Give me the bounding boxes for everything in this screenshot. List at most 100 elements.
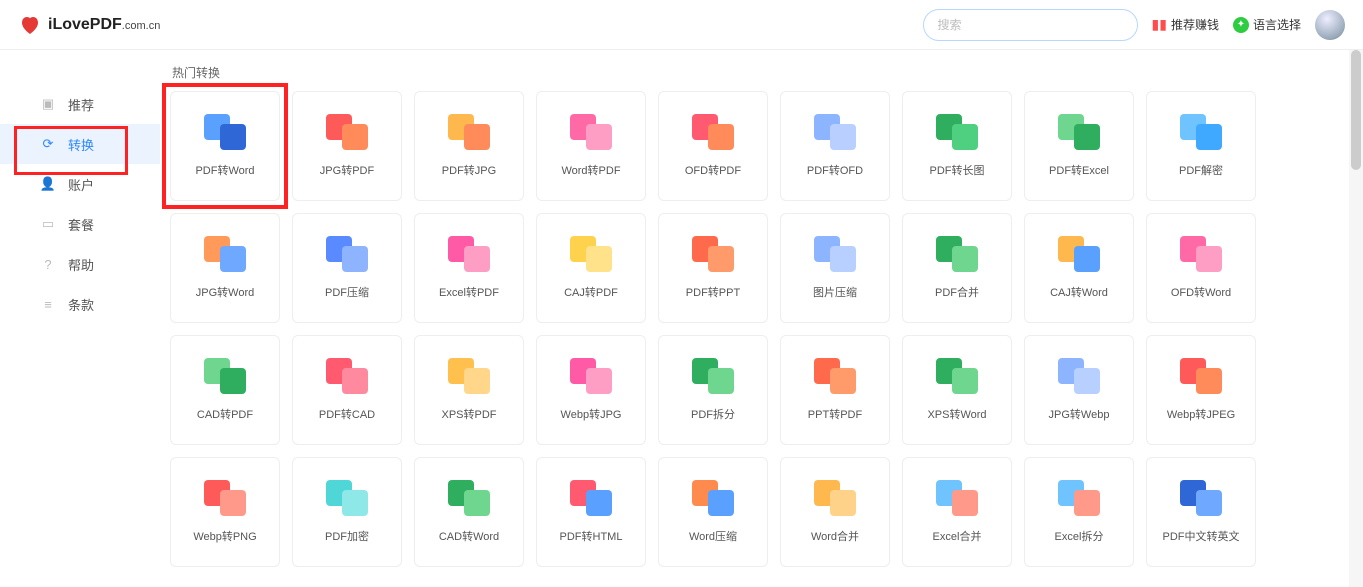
sidebar-item-label: 推荐 bbox=[68, 95, 94, 114]
tool-label: JPG转Webp bbox=[1049, 406, 1110, 422]
tool-label: Word转PDF bbox=[561, 162, 620, 178]
logo[interactable]: iLovePDF.com.cn bbox=[18, 13, 160, 37]
sidebar-item-label: 帮助 bbox=[68, 255, 94, 274]
tool-card-1[interactable]: JPG转PDF bbox=[292, 91, 402, 201]
globe-icon: ✦ bbox=[1233, 17, 1249, 33]
tool-icon bbox=[204, 480, 246, 516]
tool-card-7[interactable]: PDF转Excel bbox=[1024, 91, 1134, 201]
tool-card-13[interactable]: PDF转PPT bbox=[658, 213, 768, 323]
tool-label: PDF拆分 bbox=[691, 406, 735, 422]
tool-card-11[interactable]: Excel转PDF bbox=[414, 213, 524, 323]
tool-icon bbox=[814, 480, 856, 516]
tool-label: PDF转OFD bbox=[807, 162, 863, 178]
tool-label: Webp转PNG bbox=[193, 528, 256, 544]
tool-card-3[interactable]: Word转PDF bbox=[536, 91, 646, 201]
tool-icon bbox=[448, 358, 490, 394]
sidebar-item-0[interactable]: ▣推荐 bbox=[0, 84, 160, 124]
tool-label: PDF转PPT bbox=[686, 284, 740, 300]
tool-card-8[interactable]: PDF解密 bbox=[1146, 91, 1256, 201]
user-icon: 👤 bbox=[40, 176, 56, 192]
tool-label: XPS转Word bbox=[927, 406, 986, 422]
tool-label: PDF转Word bbox=[195, 162, 254, 178]
tool-icon bbox=[692, 114, 734, 150]
search-input[interactable]: 搜索 bbox=[923, 9, 1138, 41]
tool-card-0[interactable]: PDF转Word bbox=[170, 91, 280, 201]
tool-icon bbox=[204, 358, 246, 394]
tool-label: PDF解密 bbox=[1179, 162, 1223, 178]
tool-icon bbox=[204, 236, 246, 272]
tool-card-10[interactable]: PDF压缩 bbox=[292, 213, 402, 323]
tool-icon bbox=[570, 480, 612, 516]
tool-card-9[interactable]: JPG转Word bbox=[170, 213, 280, 323]
tool-icon bbox=[936, 358, 978, 394]
tool-card-20[interactable]: XPS转PDF bbox=[414, 335, 524, 445]
tool-label: OFD转Word bbox=[1171, 284, 1231, 300]
tool-label: Excel合并 bbox=[933, 528, 982, 544]
tool-label: PDF转HTML bbox=[560, 528, 623, 544]
tool-card-21[interactable]: Webp转JPG bbox=[536, 335, 646, 445]
tool-card-29[interactable]: CAD转Word bbox=[414, 457, 524, 567]
sidebar-item-3[interactable]: ▭ 套餐 bbox=[0, 204, 160, 244]
tool-icon bbox=[1180, 236, 1222, 272]
tool-label: OFD转PDF bbox=[685, 162, 741, 178]
tool-card-15[interactable]: PDF合并 bbox=[902, 213, 1012, 323]
tool-label: 图片压缩 bbox=[813, 284, 857, 300]
heart-icon bbox=[18, 13, 42, 37]
sidebar-item-label: 套餐 bbox=[68, 215, 94, 234]
help-icon: ? bbox=[40, 256, 56, 272]
tool-icon bbox=[570, 358, 612, 394]
tool-card-19[interactable]: PDF转CAD bbox=[292, 335, 402, 445]
terms-icon: ≡ bbox=[40, 296, 56, 312]
tool-label: PDF转长图 bbox=[930, 162, 985, 178]
tool-grid: PDF转Word JPG转PDF PDF转JPG Word转PDF OFD转PDF PDF… bbox=[170, 91, 1339, 567]
main: 热门转换 PDF转WordJPG转PDFPDF转JPGWord转PDFOFD转P… bbox=[160, 50, 1349, 587]
language-select[interactable]: ✦ 语言选择 bbox=[1233, 16, 1301, 33]
sidebar-item-1[interactable]: ⟳转换 bbox=[0, 124, 160, 164]
tool-card-23[interactable]: PPT转PDF bbox=[780, 335, 890, 445]
tool-card-24[interactable]: XPS转Word bbox=[902, 335, 1012, 445]
tool-card-26[interactable]: Webp转JPEG bbox=[1146, 335, 1256, 445]
tool-card-2[interactable]: PDF转JPG bbox=[414, 91, 524, 201]
tool-icon bbox=[1058, 358, 1100, 394]
tool-card-32[interactable]: Word合并 bbox=[780, 457, 890, 567]
tool-card-16[interactable]: CAJ转Word bbox=[1024, 213, 1134, 323]
tool-card-28[interactable]: PDF加密 bbox=[292, 457, 402, 567]
scrollbar-thumb[interactable] bbox=[1351, 50, 1361, 170]
tool-card-27[interactable]: Webp转PNG bbox=[170, 457, 280, 567]
tool-label: JPG转PDF bbox=[320, 162, 374, 178]
tool-card-33[interactable]: Excel合并 bbox=[902, 457, 1012, 567]
card-icon: ▭ bbox=[40, 216, 56, 232]
sidebar-item-5[interactable]: ≡条款 bbox=[0, 284, 160, 324]
tool-card-17[interactable]: OFD转Word bbox=[1146, 213, 1256, 323]
tool-label: Webp转JPEG bbox=[1167, 406, 1235, 422]
tool-card-22[interactable]: PDF拆分 bbox=[658, 335, 768, 445]
tool-card-5[interactable]: PDF转OFD bbox=[780, 91, 890, 201]
tool-icon bbox=[326, 114, 368, 150]
tool-icon bbox=[448, 236, 490, 272]
avatar[interactable] bbox=[1315, 10, 1345, 40]
tool-label: PDF加密 bbox=[325, 528, 369, 544]
tool-card-31[interactable]: Word压缩 bbox=[658, 457, 768, 567]
refer-link[interactable]: ▮▮ 推荐赚钱 bbox=[1152, 16, 1219, 33]
tool-label: CAJ转Word bbox=[1050, 284, 1108, 300]
tool-card-14[interactable]: 图片压缩 bbox=[780, 213, 890, 323]
tool-card-30[interactable]: PDF转HTML bbox=[536, 457, 646, 567]
scrollbar[interactable] bbox=[1349, 50, 1363, 587]
tool-card-25[interactable]: JPG转Webp bbox=[1024, 335, 1134, 445]
tool-label: CAJ转PDF bbox=[564, 284, 618, 300]
tool-card-18[interactable]: CAD转PDF bbox=[170, 335, 280, 445]
tool-label: PDF转CAD bbox=[319, 406, 375, 422]
tool-card-4[interactable]: OFD转PDF bbox=[658, 91, 768, 201]
tool-label: PDF中文转英文 bbox=[1163, 528, 1240, 544]
tool-card-12[interactable]: CAJ转PDF bbox=[536, 213, 646, 323]
tool-label: PDF转Excel bbox=[1049, 162, 1109, 178]
tool-icon bbox=[1180, 480, 1222, 516]
tool-card-35[interactable]: PDF中文转英文 bbox=[1146, 457, 1256, 567]
sidebar-item-4[interactable]: ? 帮助 bbox=[0, 244, 160, 284]
tool-label: CAD转Word bbox=[439, 528, 499, 544]
tool-card-6[interactable]: PDF转长图 bbox=[902, 91, 1012, 201]
tool-card-34[interactable]: Excel拆分 bbox=[1024, 457, 1134, 567]
sidebar: ▣推荐⟳转换👤账户 ▭ 套餐? 帮助 ≡条款 bbox=[0, 50, 160, 587]
gift-icon: ▮▮ bbox=[1152, 16, 1167, 33]
sidebar-item-2[interactable]: 👤账户 bbox=[0, 164, 160, 204]
